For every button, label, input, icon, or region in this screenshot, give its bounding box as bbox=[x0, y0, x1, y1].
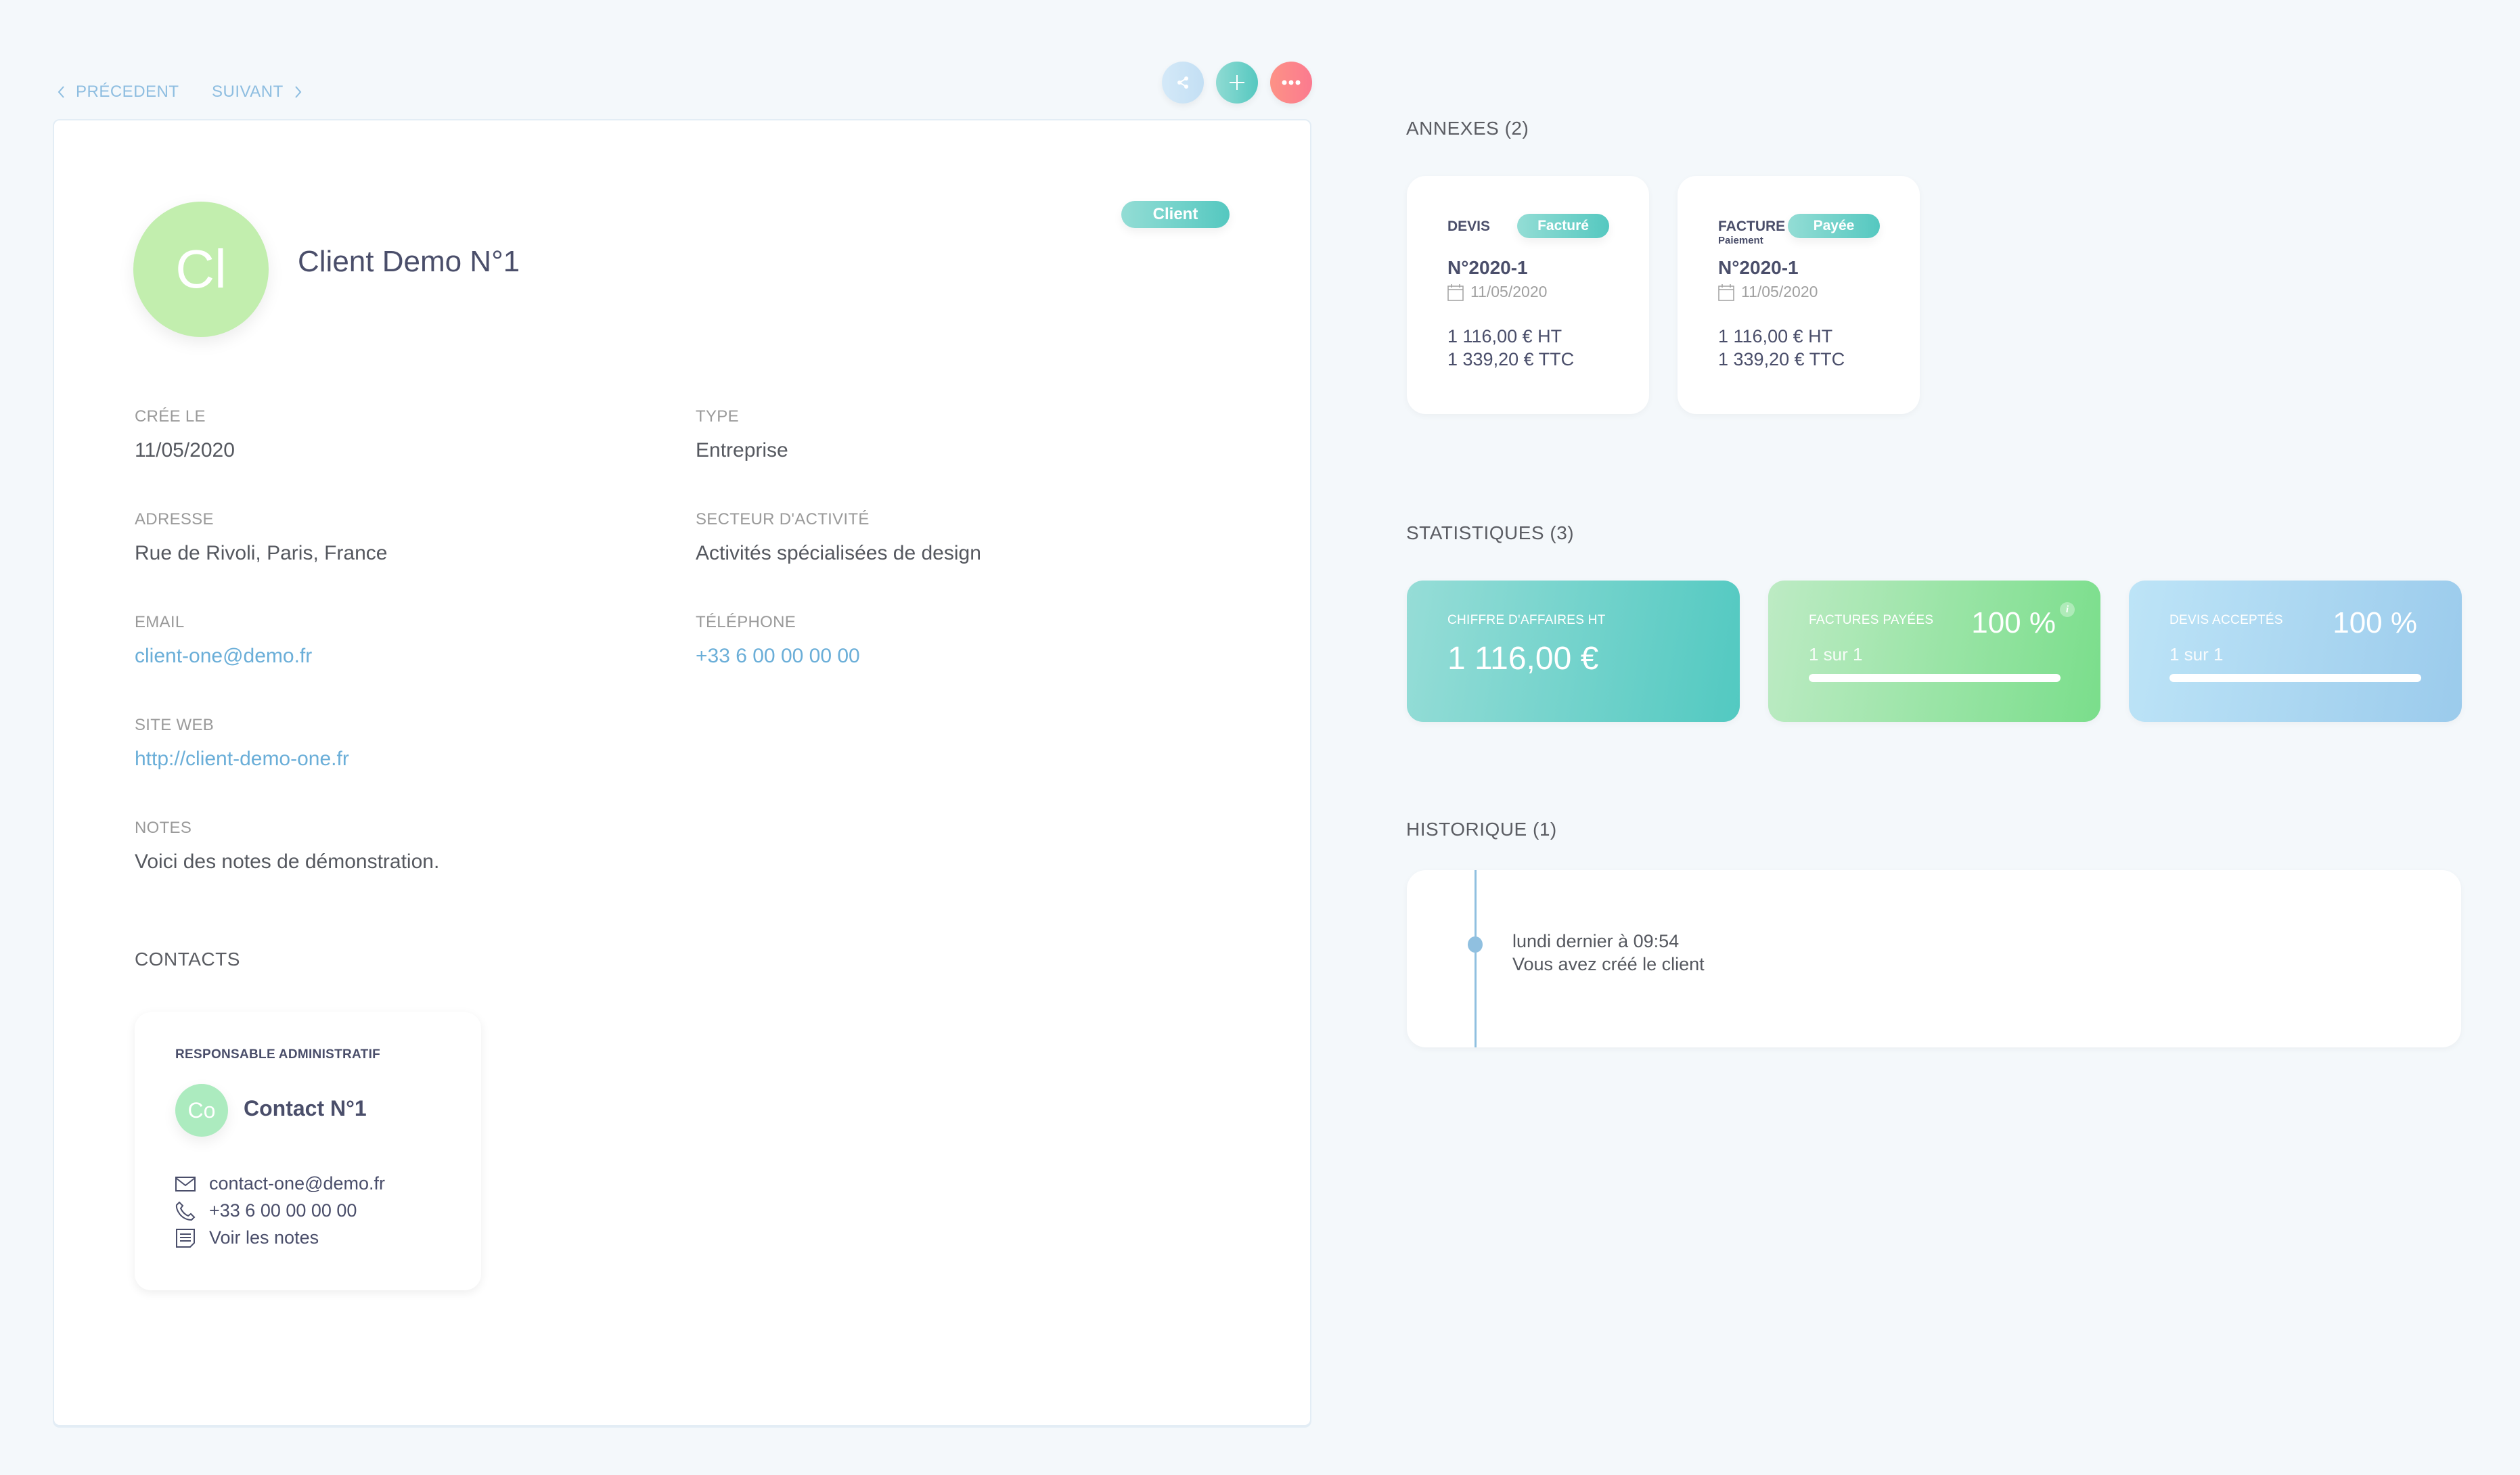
annex-amount-ttc: 1 339,20 € TTC bbox=[1718, 349, 1845, 369]
notes-value: Voici des notes de démonstration. bbox=[135, 850, 440, 873]
statistics-title: STATISTIQUES (3) bbox=[1406, 522, 1575, 543]
contact-notes-label: Voir les notes bbox=[209, 1227, 319, 1248]
client-name: Client Demo N°1 bbox=[298, 245, 520, 278]
stat-paid-invoices-percent: 100 % bbox=[1971, 606, 2056, 639]
stat-accepted-quotes-progress bbox=[2169, 674, 2421, 682]
created-label: CRÉE LE bbox=[135, 407, 206, 426]
phone-link[interactable]: +33 6 00 00 00 00 bbox=[696, 645, 860, 668]
contact-card[interactable]: RESPONSABLE ADMINISTRATIF Co Contact N°1… bbox=[135, 1012, 481, 1290]
sector-label: SECTEUR D'ACTIVITÉ bbox=[696, 510, 870, 528]
stat-revenue-card: CHIFFRE D'AFFAIRES HT 1 116,00 € bbox=[1407, 581, 1740, 722]
timeline-line bbox=[1475, 870, 1477, 1047]
annex-status-badge: Facturé bbox=[1517, 214, 1609, 238]
email-label: EMAIL bbox=[135, 613, 185, 631]
annex-date: 11/05/2020 bbox=[1447, 283, 1547, 301]
type-value: Entreprise bbox=[696, 439, 788, 461]
history-title: HISTORIQUE (1) bbox=[1406, 819, 1557, 840]
notes-icon bbox=[176, 1228, 195, 1248]
client-type-badge: Client bbox=[1121, 201, 1230, 228]
annex-type: DEVIS bbox=[1447, 219, 1491, 234]
contact-notes-link[interactable]: Voir les notes bbox=[175, 1227, 319, 1248]
contact-name: Contact N°1 bbox=[244, 1096, 367, 1120]
next-link[interactable]: SUIVANT bbox=[212, 83, 302, 101]
progress-fill bbox=[2169, 674, 2421, 682]
annex-amount-ht: 1 116,00 € HT bbox=[1718, 326, 1833, 346]
annex-number: N°2020-1 bbox=[1447, 257, 1528, 278]
phone-label: TÉLÉPHONE bbox=[696, 613, 796, 631]
chevron-right-icon bbox=[294, 86, 302, 98]
add-button[interactable] bbox=[1216, 62, 1258, 104]
type-label: TYPE bbox=[696, 407, 739, 426]
annex-date: 11/05/2020 bbox=[1718, 283, 1818, 301]
address-value: Rue de Rivoli, Paris, France bbox=[135, 542, 388, 564]
contact-role: RESPONSABLE ADMINISTRATIF bbox=[175, 1047, 381, 1062]
phone-icon bbox=[175, 1201, 196, 1221]
stat-paid-invoices-progress bbox=[1809, 674, 2061, 682]
website-link[interactable]: http://client-demo-one.fr bbox=[135, 748, 349, 771]
history-item-text: Vous avez créé le client bbox=[1512, 954, 1705, 974]
previous-label: PRÉCEDENT bbox=[76, 83, 179, 101]
plus-icon bbox=[1230, 75, 1244, 90]
calendar-icon bbox=[1447, 283, 1464, 301]
contact-avatar: Co bbox=[175, 1084, 228, 1137]
email-link[interactable]: client-one@demo.fr bbox=[135, 645, 312, 668]
calendar-icon bbox=[1718, 283, 1734, 301]
stat-accepted-quotes-percent: 100 % bbox=[2333, 606, 2417, 639]
annex-status-badge: Payée bbox=[1788, 214, 1880, 238]
annex-card-invoice[interactable]: FACTURE Paiement Payée N°2020-1 11/05/20… bbox=[1678, 176, 1920, 414]
history-item-time: lundi dernier à 09:54 bbox=[1512, 931, 1680, 951]
mail-icon bbox=[175, 1176, 196, 1192]
more-options-button[interactable] bbox=[1270, 62, 1312, 104]
chevron-left-icon bbox=[58, 86, 64, 98]
previous-link[interactable]: PRÉCEDENT bbox=[57, 83, 179, 101]
annex-type: FACTURE bbox=[1718, 219, 1786, 234]
more-dots-icon bbox=[1282, 80, 1301, 85]
annex-date-value: 11/05/2020 bbox=[1741, 283, 1818, 300]
annex-date-value: 11/05/2020 bbox=[1470, 283, 1548, 300]
address-label: ADRESSE bbox=[135, 510, 214, 528]
next-label: SUIVANT bbox=[212, 83, 284, 101]
website-label: SITE WEB bbox=[135, 716, 215, 734]
annex-number: N°2020-1 bbox=[1718, 257, 1799, 278]
annex-card-quote[interactable]: DEVIS Facturé N°2020-1 11/05/2020 1 116,… bbox=[1407, 176, 1649, 414]
history-card: lundi dernier à 09:54 Vous avez créé le … bbox=[1407, 870, 2461, 1047]
contact-phone-value: +33 6 00 00 00 00 bbox=[209, 1200, 357, 1221]
contact-email[interactable]: contact-one@demo.fr bbox=[175, 1173, 385, 1194]
contact-phone[interactable]: +33 6 00 00 00 00 bbox=[175, 1200, 357, 1221]
stat-paid-invoices-label: FACTURES PAYÉES bbox=[1809, 613, 1934, 627]
share-icon bbox=[1177, 76, 1188, 89]
timeline-dot bbox=[1468, 936, 1483, 953]
sector-value: Activités spécialisées de design bbox=[696, 542, 981, 564]
annexes-title: ANNEXES (2) bbox=[1406, 118, 1529, 139]
annex-subtype: Paiement bbox=[1718, 235, 1763, 246]
stat-accepted-quotes-sub: 1 sur 1 bbox=[2169, 644, 2224, 664]
contact-email-value: contact-one@demo.fr bbox=[209, 1173, 386, 1194]
stat-paid-invoices-sub: 1 sur 1 bbox=[1809, 644, 1863, 664]
stat-accepted-quotes-card: DEVIS ACCEPTÉS 100 % 1 sur 1 bbox=[2129, 581, 2462, 722]
stat-revenue-label: CHIFFRE D'AFFAIRES HT bbox=[1447, 613, 1606, 627]
stat-revenue-value: 1 116,00 € bbox=[1447, 641, 1599, 677]
stat-paid-invoices-card: FACTURES PAYÉES 100 % i 1 sur 1 bbox=[1768, 581, 2100, 722]
stat-accepted-quotes-label: DEVIS ACCEPTÉS bbox=[2169, 613, 2283, 627]
annex-amount-ht: 1 116,00 € HT bbox=[1447, 326, 1562, 346]
contacts-title: CONTACTS bbox=[135, 949, 240, 970]
progress-fill bbox=[1809, 674, 2061, 682]
client-avatar: Cl bbox=[133, 202, 269, 337]
info-icon[interactable]: i bbox=[2060, 602, 2075, 617]
notes-label: NOTES bbox=[135, 819, 192, 837]
created-value: 11/05/2020 bbox=[135, 439, 235, 461]
annex-amount-ttc: 1 339,20 € TTC bbox=[1447, 349, 1575, 369]
share-button[interactable] bbox=[1162, 62, 1204, 104]
